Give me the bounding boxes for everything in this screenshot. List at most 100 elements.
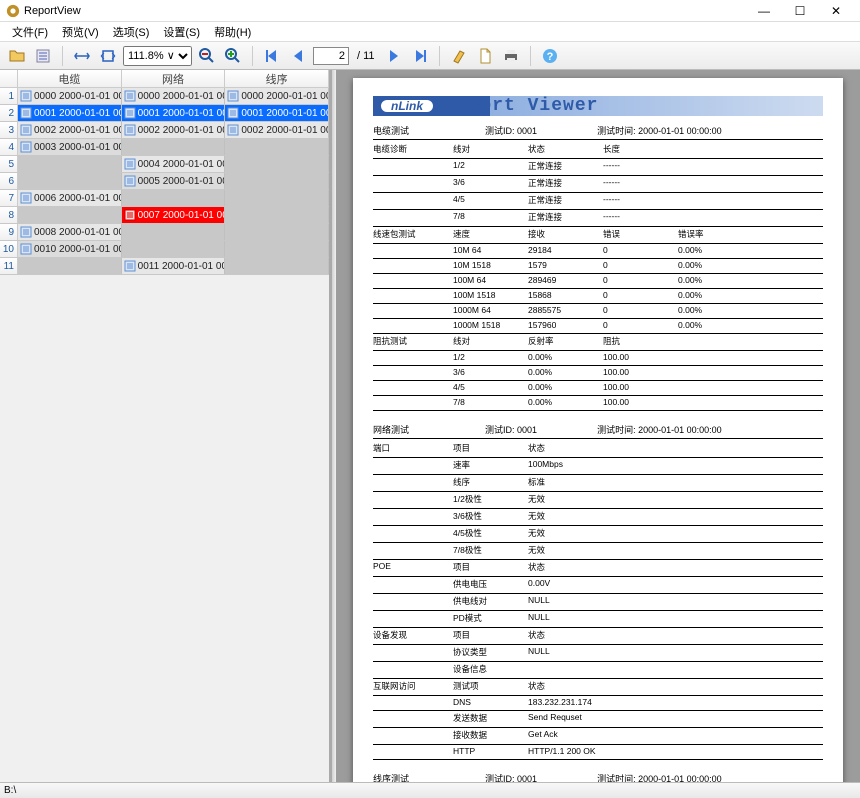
col-cable[interactable]: 电缆: [18, 70, 122, 87]
table-row[interactable]: 30002 2000-01-01 00:00:000002 2000-01-01…: [0, 122, 329, 139]
table-row[interactable]: 11 0011 2000-01-01 00:00:00: [0, 258, 329, 275]
cell-net[interactable]: 0011 2000-01-01 00:00:00: [122, 258, 226, 274]
left-panel: 电缆 网络 线序 10000 2000-01-01 00:00:000000 2…: [0, 70, 332, 782]
zoom-select[interactable]: 111.8% ∨: [123, 46, 192, 66]
cell-wire[interactable]: [225, 258, 329, 274]
cell-wire[interactable]: [225, 139, 329, 155]
cell-cable[interactable]: 0001 2000-01-01 00:00:00: [18, 105, 122, 121]
refresh-button[interactable]: [32, 45, 54, 67]
cell-net[interactable]: 0000 2000-01-01 00:00:00: [122, 88, 226, 104]
table-row[interactable]: 5 0004 2000-01-01 00:00:00: [0, 156, 329, 173]
cell-cable[interactable]: [18, 156, 122, 172]
nlink-logo: nLink: [379, 98, 435, 114]
help-button[interactable]: ?: [539, 45, 561, 67]
print-button[interactable]: [500, 45, 522, 67]
preview-area[interactable]: nLink Report Viewer 电缆测试 测试ID: 0001 测试时间…: [336, 70, 860, 782]
row-number: 4: [0, 139, 18, 155]
row-number: 8: [0, 207, 18, 223]
row-number: 3: [0, 122, 18, 138]
document-button[interactable]: [474, 45, 496, 67]
cell-wire[interactable]: 0002 2000-01-01 00:00:00: [225, 122, 329, 138]
cell-cable[interactable]: [18, 207, 122, 223]
wirespeed-table: 线速包测试速度接收错误错误率10M 642918400.00%10M 15181…: [373, 227, 823, 334]
zoom-in-button[interactable]: [222, 45, 244, 67]
title-bar: ReportView — ☐ ✕: [0, 0, 860, 22]
cell-cable[interactable]: [18, 173, 122, 189]
fit-page-button[interactable]: [97, 45, 119, 67]
cell-wire[interactable]: [225, 224, 329, 240]
report-title: Report Viewer: [445, 96, 598, 116]
cell-wire[interactable]: [225, 207, 329, 223]
port-table: 端口项目状态速率100Mbps线序标准1/2极性无效3/6极性无效4/5极性无效…: [373, 441, 823, 560]
row-number: 7: [0, 190, 18, 206]
page-total-label: / 11: [353, 50, 379, 62]
close-button[interactable]: ✕: [818, 0, 854, 22]
main-area: 电缆 网络 线序 10000 2000-01-01 00:00:000000 2…: [0, 70, 860, 782]
cell-cable[interactable]: 0002 2000-01-01 00:00:00: [18, 122, 122, 138]
menu-file[interactable]: 文件(F): [6, 22, 54, 42]
cell-net[interactable]: 0007 2000-01-01 00:00:00: [122, 207, 226, 223]
next-page-button[interactable]: [383, 45, 405, 67]
cell-cable[interactable]: 0003 2000-01-01 00:00:00: [18, 139, 122, 155]
status-bar: B:\: [0, 782, 860, 798]
table-row[interactable]: 100010 2000-01-01 00:00:00: [0, 241, 329, 258]
cell-net[interactable]: 0004 2000-01-01 00:00:00: [122, 156, 226, 172]
row-number: 11: [0, 258, 18, 274]
first-page-button[interactable]: [261, 45, 283, 67]
row-number: 10: [0, 241, 18, 257]
prev-page-button[interactable]: [287, 45, 309, 67]
zoom-out-button[interactable]: [196, 45, 218, 67]
cable-diag-table: 电缆诊断线对状态长度1/2正常连接------3/6正常连接------4/5正…: [373, 142, 823, 227]
cell-net[interactable]: [122, 139, 226, 155]
table-row[interactable]: 8 0007 2000-01-01 00:00:00: [0, 207, 329, 224]
cell-net[interactable]: 0002 2000-01-01 00:00:00: [122, 122, 226, 138]
col-wiremap[interactable]: 线序: [225, 70, 329, 87]
report-header: nLink Report Viewer: [373, 96, 823, 116]
last-page-button[interactable]: [409, 45, 431, 67]
cell-net[interactable]: 0001 2000-01-01 00:00:00: [122, 105, 226, 121]
cell-wire[interactable]: [225, 156, 329, 172]
table-row[interactable]: 60005 2000-01-01 00:00:00: [0, 173, 329, 190]
cell-wire[interactable]: [225, 173, 329, 189]
cell-wire[interactable]: [225, 190, 329, 206]
list-body[interactable]: 10000 2000-01-01 00:00:000000 2000-01-01…: [0, 88, 329, 782]
section-network: 网络测试 测试ID: 0001 测试时间: 2000-01-01 00:00:0…: [373, 423, 823, 760]
cell-net[interactable]: [122, 224, 226, 240]
maximize-button[interactable]: ☐: [782, 0, 818, 22]
table-row[interactable]: 70006 2000-01-01 00:00:00: [0, 190, 329, 207]
page-input[interactable]: [313, 47, 349, 65]
highlight-button[interactable]: [448, 45, 470, 67]
menu-bar: 文件(F) 预览(V) 选项(S) 设置(S) 帮助(H): [0, 22, 860, 42]
menu-option[interactable]: 选项(S): [107, 22, 156, 42]
table-row[interactable]: 20001 2000-01-01 00:00:000001 2000-01-01…: [0, 105, 329, 122]
cell-net[interactable]: [122, 190, 226, 206]
impedance-table: 阻抗测试线对反射率阻抗1/20.00%100.003/60.00%100.004…: [373, 334, 823, 411]
cell-cable[interactable]: 0006 2000-01-01 00:00:00: [18, 190, 122, 206]
section-cable: 电缆测试 测试ID: 0001 测试时间: 2000-01-01 00:00:0…: [373, 124, 823, 411]
table-row[interactable]: 90008 2000-01-01 00:00:00: [0, 224, 329, 241]
list-header: 电缆 网络 线序: [0, 70, 329, 88]
cell-cable[interactable]: 0000 2000-01-01 00:00:00: [18, 88, 122, 104]
row-number: 2: [0, 105, 18, 121]
cell-wire[interactable]: 0000 2000-01-01 00:00:00: [225, 88, 329, 104]
cell-cable[interactable]: 0008 2000-01-01 00:00:00: [18, 224, 122, 240]
cell-net[interactable]: 0005 2000-01-01 00:00:00: [122, 173, 226, 189]
menu-help[interactable]: 帮助(H): [208, 22, 257, 42]
table-row[interactable]: 10000 2000-01-01 00:00:000000 2000-01-01…: [0, 88, 329, 105]
open-button[interactable]: [6, 45, 28, 67]
menu-setting[interactable]: 设置(S): [157, 22, 206, 42]
cell-net[interactable]: [122, 241, 226, 257]
poe-table: POE项目状态供电电压0.00V供电线对NULLPD模式NULL: [373, 560, 823, 628]
report-page: nLink Report Viewer 电缆测试 测试ID: 0001 测试时间…: [353, 78, 843, 782]
cell-wire[interactable]: [225, 241, 329, 257]
fit-width-button[interactable]: [71, 45, 93, 67]
cell-wire[interactable]: 0001 2000-01-01 00:00:00: [225, 105, 329, 121]
cell-cable[interactable]: [18, 258, 122, 274]
minimize-button[interactable]: —: [746, 0, 782, 22]
device-discovery-table: 设备发现项目状态协议类型NULL设备信息: [373, 628, 823, 679]
col-network[interactable]: 网络: [122, 70, 226, 87]
menu-preview[interactable]: 预览(V): [56, 22, 105, 42]
row-number: 5: [0, 156, 18, 172]
cell-cable[interactable]: 0010 2000-01-01 00:00:00: [18, 241, 122, 257]
table-row[interactable]: 40003 2000-01-01 00:00:00: [0, 139, 329, 156]
